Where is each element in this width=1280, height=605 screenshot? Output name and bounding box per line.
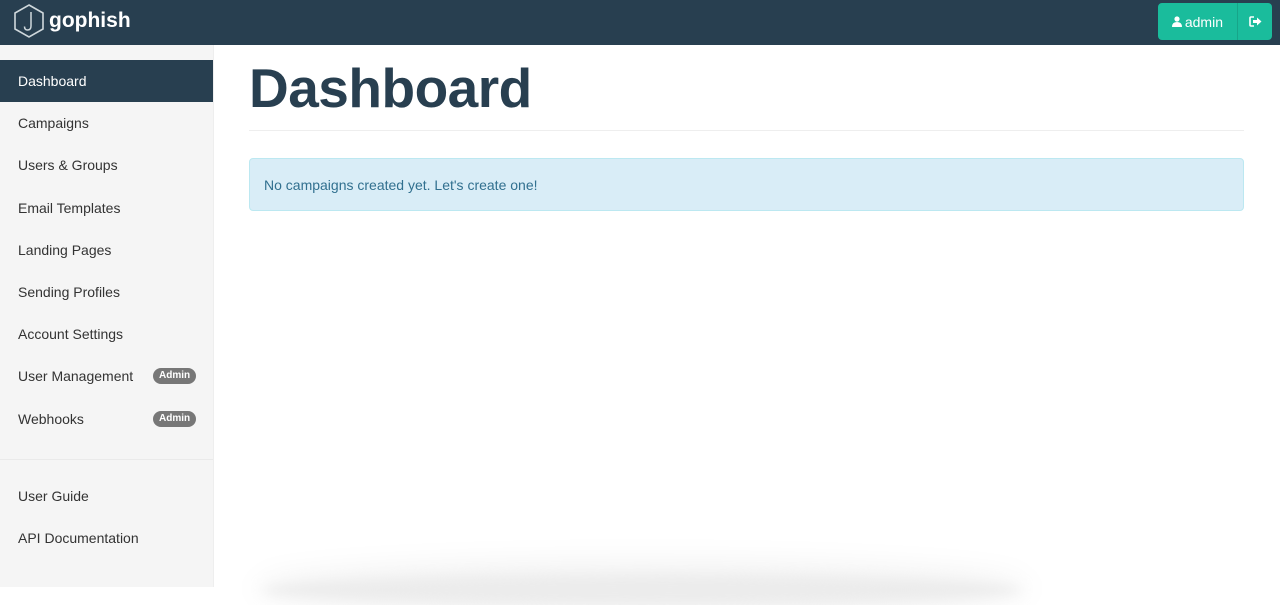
sidebar-item-label: Campaigns	[18, 115, 89, 132]
sidebar-item-users-groups[interactable]: Users & Groups	[0, 144, 213, 186]
sidebar-item-account-settings[interactable]: Account Settings	[0, 313, 213, 355]
logout-button[interactable]	[1238, 3, 1272, 40]
sidebar-item-label: Account Settings	[18, 326, 124, 343]
user-button-group: admin	[1157, 3, 1272, 40]
user-menu-button[interactable]: admin	[1157, 3, 1238, 40]
user-name: admin	[1184, 13, 1223, 30]
sidebar: Dashboard Campaigns Users & Groups Email…	[0, 45, 214, 587]
sidebar-item-label: Email Templates	[18, 199, 121, 216]
sidebar-secondary-nav: User Guide API Documentation	[0, 475, 213, 559]
user-icon	[1171, 16, 1182, 27]
sidebar-item-landing-pages[interactable]: Landing Pages	[0, 229, 213, 271]
sidebar-item-label: Dashboard	[18, 73, 87, 90]
sidebar-item-user-management[interactable]: User Management Admin	[0, 355, 213, 397]
sidebar-item-campaigns[interactable]: Campaigns	[0, 102, 213, 144]
main-content: Dashboard No campaigns created yet. Let'…	[249, 45, 1244, 211]
page-title: Dashboard	[249, 60, 1244, 131]
sidebar-item-label: API Documentation	[18, 529, 139, 546]
sidebar-item-label: Webhooks	[18, 410, 84, 427]
alert-message: No campaigns created yet. Let's create o…	[264, 176, 538, 193]
sidebar-item-dashboard[interactable]: Dashboard	[0, 60, 213, 103]
gophish-logo-icon	[14, 4, 44, 38]
admin-badge: Admin	[153, 368, 197, 385]
sidebar-nav: Dashboard Campaigns Users & Groups Email…	[0, 60, 213, 440]
sidebar-item-label: User Guide	[18, 487, 89, 504]
brand-logo-link[interactable]: gophish	[12, 2, 131, 40]
bottom-shadow	[262, 575, 1022, 605]
sidebar-item-api-documentation[interactable]: API Documentation	[0, 517, 213, 559]
sidebar-item-label: Sending Profiles	[18, 284, 120, 301]
sidebar-item-label: Landing Pages	[18, 241, 112, 258]
sidebar-item-user-guide[interactable]: User Guide	[0, 475, 213, 517]
top-navbar: gophish admin	[0, 0, 1280, 45]
empty-campaigns-alert: No campaigns created yet. Let's create o…	[249, 158, 1244, 211]
sidebar-item-webhooks[interactable]: Webhooks Admin	[0, 398, 213, 440]
sidebar-item-sending-profiles[interactable]: Sending Profiles	[0, 271, 213, 313]
sidebar-divider	[0, 458, 213, 460]
brand-name: gophish	[49, 9, 131, 32]
admin-badge: Admin	[153, 410, 197, 427]
sidebar-item-label: Users & Groups	[18, 157, 118, 174]
sidebar-item-label: User Management	[18, 368, 134, 385]
sidebar-item-email-templates[interactable]: Email Templates	[0, 187, 213, 229]
sign-out-icon	[1248, 16, 1261, 27]
